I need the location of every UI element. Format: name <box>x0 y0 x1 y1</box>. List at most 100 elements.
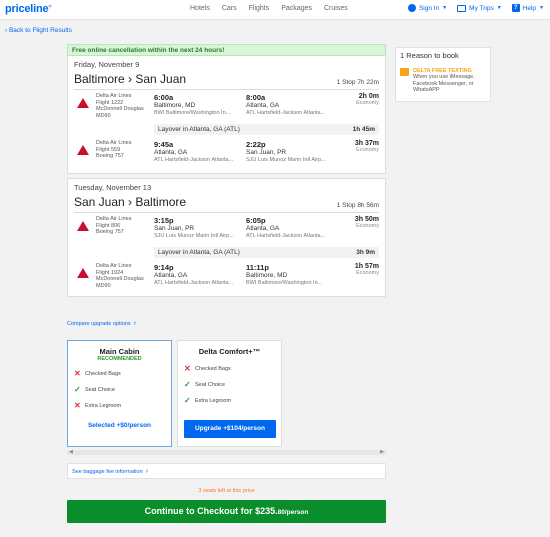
delta-logo-icon <box>77 145 89 155</box>
flight-leg: Delta Air Lines Flight 559 Boeing 757 9:… <box>74 137 379 171</box>
feature-seat-choice: ✓ Seat Choice <box>74 385 115 394</box>
arrival-airport: SJU Luis Munoz Marin Intl Airp... <box>246 156 326 163</box>
departure-airport: ATL Hartsfield-Jackson Atlanta... <box>154 156 234 163</box>
arrival-time: 6:05p <box>246 216 266 225</box>
layover-text: Layover in Atlanta, GA (ATL) <box>158 126 240 133</box>
arrival: 11:11p Baltimore, MD BWI Baltimore/Washi… <box>246 260 338 294</box>
outbound-segment: Friday, November 9 Baltimore › San Juan … <box>67 56 386 174</box>
leg-duration: 1h 57m Economy <box>355 263 379 276</box>
check-icon: ✓ <box>184 396 191 405</box>
departure-city: San Juan, PR <box>154 225 195 232</box>
seats-left-notice: 3 seats left at this price <box>198 488 255 494</box>
delta-logo-icon <box>77 221 89 231</box>
feature-checked-bags: ✕ Checked Bags <box>74 369 121 378</box>
chevron-down-icon: ▼ <box>442 5 448 11</box>
fare-title: Delta Comfort+™ <box>198 347 261 356</box>
recommended-badge: RECOMMENDED <box>97 356 142 362</box>
segment-route: Baltimore › San Juan <box>74 72 187 86</box>
departure-airport: BWI Baltimore/Washington In... <box>154 109 231 116</box>
my-trips-label: My Trips <box>469 4 494 12</box>
delta-logo-icon <box>77 98 89 108</box>
route-row: San Juan › Baltimore 1 Stop 8h 56m <box>74 195 379 213</box>
feature-checked-bags: ✕ Checked Bags <box>184 364 231 373</box>
segment-date: Tuesday, November 13 <box>74 183 152 192</box>
comfort-plus-card[interactable]: Delta Comfort+™ ✕ Checked Bags ✓ Seat Choi… <box>177 340 282 447</box>
leg-duration: 3h 50m Economy <box>355 216 379 229</box>
help-menu[interactable]: ? Help ▼ <box>511 4 544 12</box>
arrival-time: 2:22p <box>246 140 266 149</box>
cabin-class: Economy <box>356 100 379 106</box>
airline-name: Delta Air Lines <box>96 216 132 222</box>
nav-packages[interactable]: Packages <box>281 5 312 12</box>
layover-time: 3h 9m <box>356 249 375 256</box>
airline-info: Delta Air Lines Flight 806 Boeing 757 <box>74 213 154 247</box>
sign-in-label: Sign In <box>418 4 440 12</box>
departure-city: Baltimore, MD <box>154 102 196 109</box>
help-label: Help <box>522 4 537 12</box>
duration-value: 2h 0m <box>358 93 379 100</box>
nav-cars[interactable]: Cars <box>222 5 237 12</box>
scroll-left-icon[interactable]: ◀ <box>69 449 73 455</box>
duration-value: 3h 50m <box>354 216 379 223</box>
aircraft: Boeing 757 <box>96 153 124 159</box>
departure: 9:14p Atlanta, GA ATL Hartsfield-Jackson… <box>154 260 246 294</box>
x-icon: ✕ <box>184 364 191 373</box>
feature-extra-legroom: ✕ Extra Legroom <box>74 401 122 410</box>
sign-in-menu[interactable]: Sign In ▼ <box>407 4 448 12</box>
leg-duration: 2h 0m Economy <box>356 93 379 106</box>
my-trips-menu[interactable]: My Trips ▼ <box>457 4 502 12</box>
duration-value: 1h 57m <box>354 263 379 270</box>
layover-bar: Layover in Atlanta, GA (ATL) 1h 45m <box>154 124 379 135</box>
layover-text: Layover in Atlanta, GA (ATL) <box>158 249 240 256</box>
chevron-right-icon: › <box>133 320 136 327</box>
feature-seat-choice: ✓ Seat Choice <box>184 380 225 389</box>
departure-time: 9:45a <box>154 140 174 149</box>
segment-date: Friday, November 9 <box>74 60 140 69</box>
cancellation-banner: Free online cancellation within the next… <box>67 44 386 56</box>
scroll-right-icon[interactable]: ▶ <box>380 449 384 455</box>
back-to-results-link[interactable]: ‹ Back to Flight Results <box>5 27 72 34</box>
aircraft: McDonnell Douglas MD90 <box>96 106 144 119</box>
checkout-button[interactable]: Continue to Checkout for $235.80/person <box>67 500 386 523</box>
compare-upgrade-link[interactable]: Compare upgrade options › <box>67 320 386 327</box>
top-nav-bar: priceline® Hotels Cars Flights Packages … <box>0 0 550 20</box>
itinerary-card: Free online cancellation within the next… <box>67 44 386 297</box>
departure-time: 3:15p <box>154 216 174 225</box>
departure-city: Atlanta, GA <box>154 272 188 279</box>
chevron-down-icon: ▼ <box>496 5 502 11</box>
fare-title: Main Cabin <box>99 347 140 356</box>
x-icon: ✕ <box>74 369 81 378</box>
priceline-logo[interactable]: priceline® <box>5 3 51 15</box>
baggage-fee-link[interactable]: See baggage fee information › <box>67 463 386 479</box>
segment-route: San Juan › Baltimore <box>74 195 187 209</box>
departure-time: 9:14p <box>154 263 174 272</box>
arrival-airport: BWI Baltimore/Washington In... <box>246 279 323 286</box>
arrival-city: San Juan, PR <box>246 149 287 156</box>
x-icon: ✕ <box>74 401 81 410</box>
arrival-city: Atlanta, GA <box>246 102 280 109</box>
selected-fare-button[interactable]: Selected +$0/person <box>68 422 171 429</box>
route-row: Baltimore › San Juan 1 Stop 7h 22m <box>74 72 379 90</box>
delta-logo-icon <box>77 268 89 278</box>
nav-cruises[interactable]: Cruises <box>324 5 348 12</box>
arrival-city: Atlanta, GA <box>246 225 280 232</box>
duration-value: 3h 37m <box>354 140 379 147</box>
arrival: 6:05p Atlanta, GA ATL Hartsfield-Jackson… <box>246 213 338 247</box>
flight-leg: Delta Air Lines Flight 806 Boeing 757 3:… <box>74 213 379 247</box>
flight-leg: Delta Air Lines Flight 1222 McDonnell Do… <box>74 90 379 124</box>
leg-duration: 3h 37m Economy <box>355 140 379 153</box>
main-cabin-card[interactable]: Main Cabin RECOMMENDED ✕ Checked Bags ✓ Se… <box>67 340 172 447</box>
check-icon: ✓ <box>74 385 81 394</box>
upgrade-button[interactable]: Upgrade +$104/person <box>184 420 276 438</box>
arrival-airport: ATL Hartsfield-Jackson Atlanta... <box>246 109 326 116</box>
nav-flights[interactable]: Flights <box>249 5 270 12</box>
chat-icon <box>400 68 409 76</box>
nav-hotels[interactable]: Hotels <box>190 5 210 12</box>
arrival: 2:22p San Juan, PR SJU Luis Munoz Marin … <box>246 137 338 171</box>
airline-name: Delta Air Lines <box>96 140 132 146</box>
airline-info: Delta Air Lines Flight 559 Boeing 757 <box>74 137 154 171</box>
horizontal-scrollbar[interactable]: ◀ ▶ <box>67 449 386 455</box>
departure-airport: SJU Luis Munoz Marin Intl Airp... <box>154 232 234 239</box>
departure-city: Atlanta, GA <box>154 149 188 156</box>
chevron-right-icon: › <box>145 468 148 475</box>
